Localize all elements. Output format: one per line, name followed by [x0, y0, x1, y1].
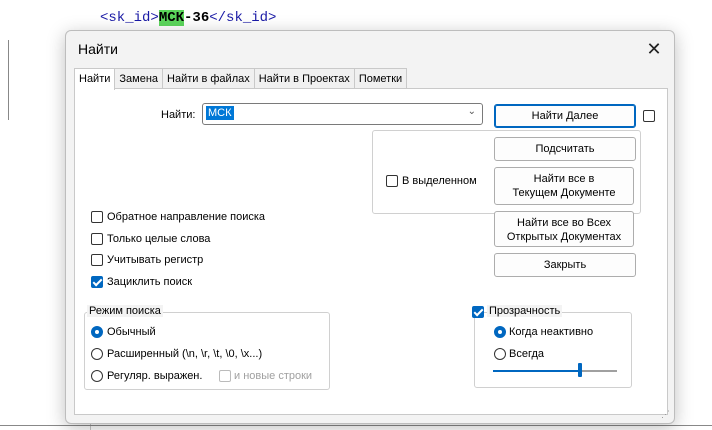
find-input-value: МСК — [206, 106, 234, 120]
resize-grip-icon[interactable]: ⋰ — [661, 409, 670, 420]
find-label: Найти: — [161, 109, 196, 121]
editor-statusbar-divider — [0, 425, 712, 426]
editor-gutter — [8, 40, 9, 120]
find-all-current-line2: Текущем Документе — [512, 187, 616, 199]
option-whole-word-checkbox[interactable] — [91, 233, 103, 245]
tab-replace[interactable]: Замена — [114, 68, 164, 89]
option-reverse-label: Обратное направление поиска — [107, 211, 266, 223]
option-match-case-label: Учитывать регистр — [107, 254, 204, 266]
match-rest: -36 — [184, 10, 210, 26]
mode-normal-radio[interactable] — [91, 326, 103, 338]
search-mode-title: Режим поиска — [87, 305, 163, 317]
find-all-open-line2: Открытых Документах — [506, 231, 622, 243]
close-icon[interactable]: ✕ — [642, 37, 666, 61]
find-all-open-line1: Найти все во Всех — [517, 217, 611, 229]
newlines-checkbox[interactable] — [219, 370, 231, 382]
tag-close: </sk_id> — [209, 10, 277, 26]
option-reverse-checkbox[interactable] — [91, 211, 103, 223]
transparency-always-radio[interactable] — [494, 348, 506, 360]
option-wrap-checkbox[interactable] — [91, 276, 103, 288]
chevron-down-icon[interactable]: ⌄ — [468, 106, 476, 117]
transparency-label: Прозрачность — [487, 305, 563, 317]
mode-normal-label: Обычный — [107, 326, 156, 338]
close-button[interactable]: Закрыть — [494, 253, 636, 277]
option-wrap-label: Зациклить поиск — [107, 276, 193, 288]
tag-open: <sk_id> — [100, 10, 159, 26]
transparency-slider-fill — [493, 370, 580, 372]
title-bar[interactable]: Найти ✕ — [66, 31, 674, 67]
in-selection-label: В выделенном — [402, 175, 477, 187]
find-all-current-button[interactable]: Найти все в Текущем Документе — [494, 167, 634, 205]
newlines-label: и новые строки — [234, 370, 313, 382]
find-input[interactable]: МСК ⌄ — [202, 103, 483, 125]
find-next-button[interactable]: Найти Далее — [494, 104, 636, 128]
transparency-always-label: Всегда — [509, 348, 545, 360]
match-highlight: МСК — [158, 10, 185, 26]
find-next-option-checkbox[interactable] — [643, 110, 655, 122]
transparency-slider-thumb[interactable] — [578, 363, 582, 377]
tab-find[interactable]: Найти — [74, 68, 116, 90]
mode-extended-label: Расширенный (\n, \r, \t, \0, \x...) — [107, 348, 263, 360]
mode-regex-radio[interactable] — [91, 370, 103, 382]
transparency-inactive-radio[interactable] — [494, 326, 506, 338]
option-match-case-checkbox[interactable] — [91, 254, 103, 266]
tab-bar: Найти Замена Найти в файлах Найти в Прое… — [74, 68, 408, 90]
find-all-current-line1: Найти все в — [533, 173, 595, 185]
transparency-inactive-label: Когда неактивно — [509, 326, 594, 338]
find-dialog: Найти ✕ Найти Замена Найти в файлах Найт… — [65, 30, 675, 424]
mode-extended-radio[interactable] — [91, 348, 103, 360]
transparency-checkbox[interactable] — [472, 306, 484, 318]
dialog-title: Найти — [78, 41, 118, 57]
in-selection-checkbox[interactable] — [386, 175, 398, 187]
find-all-open-button[interactable]: Найти все во Всех Открытых Документах — [494, 211, 634, 247]
mode-regex-label: Регуляр. выражен. — [107, 370, 203, 382]
tab-find-in-files[interactable]: Найти в файлах — [162, 68, 255, 89]
tab-find-in-projects[interactable]: Найти в Проектах — [253, 68, 355, 89]
count-button[interactable]: Подсчитать — [494, 137, 636, 161]
editor-text-line[interactable]: <sk_id>МСК-36</sk_id> — [100, 10, 276, 26]
tab-mark[interactable]: Пометки — [353, 68, 408, 89]
option-whole-word-label: Только целые слова — [107, 233, 211, 245]
